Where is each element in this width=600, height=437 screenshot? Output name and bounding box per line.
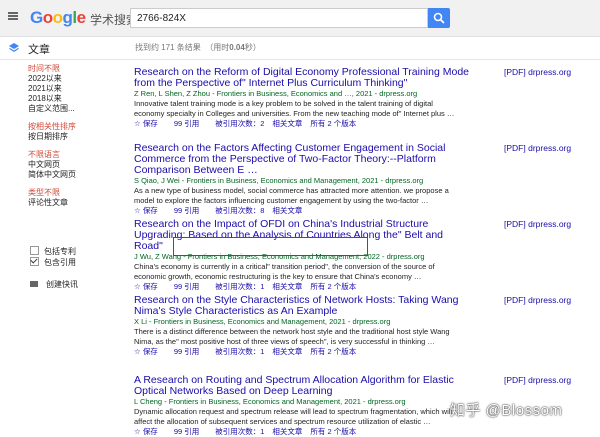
result-snippet: As a new type of business model, social … bbox=[134, 186, 449, 205]
versions-link[interactable]: 所有 2 个版本 bbox=[310, 347, 356, 356]
result-item: Research on the Style Characteristics of… bbox=[134, 295, 574, 357]
sub-header: 文章 找到约 171 条结果 （用时0.04秒） bbox=[0, 37, 600, 60]
envelope-icon bbox=[30, 281, 38, 287]
cited-by-link[interactable]: 被引用次数：2 bbox=[215, 119, 264, 128]
result-snippet: Dynamic allocation request and spectrum … bbox=[134, 407, 453, 426]
result-title[interactable]: Research on the Reform of Digital Econom… bbox=[134, 67, 474, 89]
filter-any-time[interactable]: 时间不限 bbox=[28, 64, 123, 74]
sort-by-date[interactable]: 按日期排序 bbox=[28, 132, 123, 142]
search-icon bbox=[433, 12, 445, 24]
related-link[interactable]: 相关文章 bbox=[272, 347, 302, 356]
annotation-highlight-box bbox=[173, 237, 368, 256]
pdf-link[interactable]: [PDF] drpress.org bbox=[504, 219, 571, 229]
result-meta: X Li - Frontiers in Business, Economics … bbox=[134, 317, 391, 326]
result-title[interactable]: Research on the Factors Affecting Custom… bbox=[134, 143, 474, 176]
create-alert-link[interactable]: 创建快讯 bbox=[30, 279, 78, 290]
related-link[interactable]: 相关文章 bbox=[272, 119, 302, 128]
cite-link[interactable]: 99 引用 bbox=[174, 282, 207, 291]
save-link[interactable]: ☆ 保存 bbox=[134, 206, 166, 215]
result-actions: ☆ 保存 99 引用 被引用次数：2 相关文章 所有 2 个版本 bbox=[134, 118, 574, 129]
versions-link[interactable]: 所有 2 个版本 bbox=[310, 427, 356, 436]
result-actions: ☆ 保存 99 引用 被引用次数：1 相关文章 所有 2 个版本 bbox=[134, 281, 574, 292]
versions-link[interactable]: 所有 2 个版本 bbox=[310, 119, 356, 128]
cite-link[interactable]: 99 引用 bbox=[174, 206, 207, 215]
search-input[interactable]: 2766-824X bbox=[130, 8, 428, 28]
sort-by-relevance[interactable]: 按相关性排序 bbox=[28, 122, 123, 132]
pdf-link[interactable]: [PDF] drpress.org bbox=[504, 67, 571, 77]
result-item: Research on the Reform of Digital Econom… bbox=[134, 67, 574, 129]
result-actions: ☆ 保存 99 引用 被引用次数：1 相关文章 所有 2 个版本 bbox=[134, 426, 574, 437]
cite-link[interactable]: 99 引用 bbox=[174, 347, 207, 356]
filter-since-2018[interactable]: 2018以来 bbox=[28, 94, 123, 104]
include-citations-checkbox[interactable] bbox=[30, 257, 39, 266]
versions-link[interactable]: 所有 2 个版本 bbox=[310, 282, 356, 291]
filter-since-2021[interactable]: 2021以来 bbox=[28, 84, 123, 94]
layers-icon bbox=[9, 43, 19, 52]
result-snippet: Innovative talent training mode is a key… bbox=[134, 99, 455, 118]
related-link[interactable]: 相关文章 bbox=[272, 206, 302, 215]
save-link[interactable]: ☆ 保存 bbox=[134, 119, 166, 128]
filter-chinese-pages[interactable]: 中文网页 bbox=[28, 160, 123, 170]
result-actions: ☆ 保存 99 引用 被引用次数：8 相关文章 bbox=[134, 205, 574, 216]
save-link[interactable]: ☆ 保存 bbox=[134, 282, 166, 291]
pdf-link[interactable]: [PDF] drpress.org bbox=[504, 375, 571, 385]
result-title[interactable]: Research on the Style Characteristics of… bbox=[134, 295, 474, 317]
filter-sidebar: 时间不限 2022以来 2021以来 2018以来 自定义范围... 按相关性排… bbox=[28, 64, 123, 208]
filter-custom-range[interactable]: 自定义范围... bbox=[28, 104, 123, 114]
include-patents-row[interactable]: 包括专利 bbox=[30, 246, 76, 256]
google-logo[interactable]: Google bbox=[30, 8, 86, 28]
result-domain: drpress.org bbox=[386, 252, 425, 261]
result-title[interactable]: A Research on Routing and Spectrum Alloc… bbox=[134, 375, 474, 397]
result-snippet: China's economy is currently in a critic… bbox=[134, 262, 435, 281]
pdf-link[interactable]: [PDF] drpress.org bbox=[504, 143, 571, 153]
result-actions: ☆ 保存 99 引用 被引用次数：1 相关文章 所有 2 个版本 bbox=[134, 346, 574, 357]
top-bar: Google 学术搜索 2766-824X bbox=[0, 0, 600, 37]
pdf-link[interactable]: [PDF] drpress.org bbox=[504, 295, 571, 305]
search-button[interactable] bbox=[428, 8, 450, 28]
result-count: 找到约 171 条结果 （用时0.04秒） bbox=[135, 43, 261, 52]
cited-by-link[interactable]: 被引用次数：8 bbox=[215, 206, 264, 215]
cite-link[interactable]: 99 引用 bbox=[174, 427, 207, 436]
watermark-text: 知乎 @Blossom bbox=[450, 402, 563, 419]
hamburger-menu-icon[interactable] bbox=[8, 12, 18, 20]
filter-simplified-chinese[interactable]: 简体中文网页 bbox=[28, 170, 123, 180]
save-link[interactable]: ☆ 保存 bbox=[134, 347, 166, 356]
related-link[interactable]: 相关文章 bbox=[272, 282, 302, 291]
result-meta: S Qiao, J Wei - Frontiers in Business, E… bbox=[134, 176, 424, 185]
cited-by-link[interactable]: 被引用次数：1 bbox=[215, 427, 264, 436]
filter-since-2022[interactable]: 2022以来 bbox=[28, 74, 123, 84]
cited-by-link[interactable]: 被引用次数：1 bbox=[215, 347, 264, 356]
related-link[interactable]: 相关文章 bbox=[272, 427, 302, 436]
cite-link[interactable]: 99 引用 bbox=[174, 119, 207, 128]
include-patents-checkbox[interactable] bbox=[30, 246, 39, 255]
filter-any-type[interactable]: 类型不限 bbox=[28, 188, 123, 198]
filter-review-articles[interactable]: 评论性文章 bbox=[28, 198, 123, 208]
result-snippet: There is a distinct difference between t… bbox=[134, 327, 450, 346]
result-item: Research on the Factors Affecting Custom… bbox=[134, 143, 574, 216]
result-meta: Z Ren, L Shen, Z Zhou - Frontiers in Bus… bbox=[134, 89, 418, 98]
articles-label: 文章 bbox=[28, 44, 50, 56]
include-citations-row[interactable]: 包含引用 bbox=[30, 257, 76, 267]
save-link[interactable]: ☆ 保存 bbox=[134, 427, 166, 436]
filter-any-language[interactable]: 不限语言 bbox=[28, 150, 123, 160]
cited-by-link[interactable]: 被引用次数：1 bbox=[215, 282, 264, 291]
